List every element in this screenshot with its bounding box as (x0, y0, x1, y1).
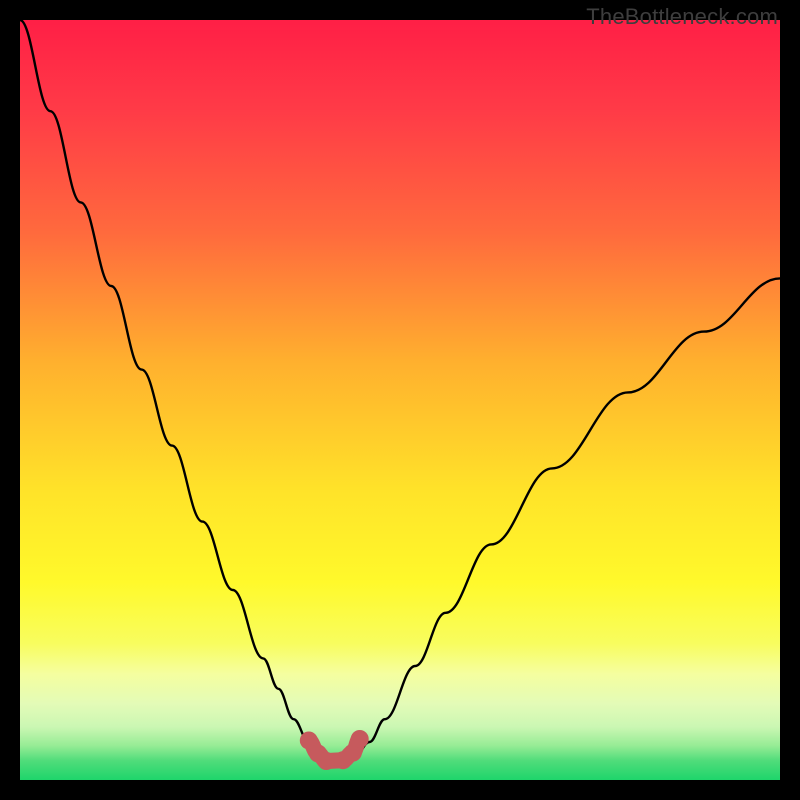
plot-area (20, 20, 780, 780)
outer-frame: TheBottleneck.com (0, 0, 800, 800)
bottleneck-curve (20, 20, 780, 765)
watermark-text: TheBottleneck.com (586, 4, 778, 30)
chart-svg (20, 20, 780, 780)
marker-dot (317, 752, 335, 770)
marker-dot (351, 730, 369, 748)
bottom-marker-dots (300, 730, 369, 770)
